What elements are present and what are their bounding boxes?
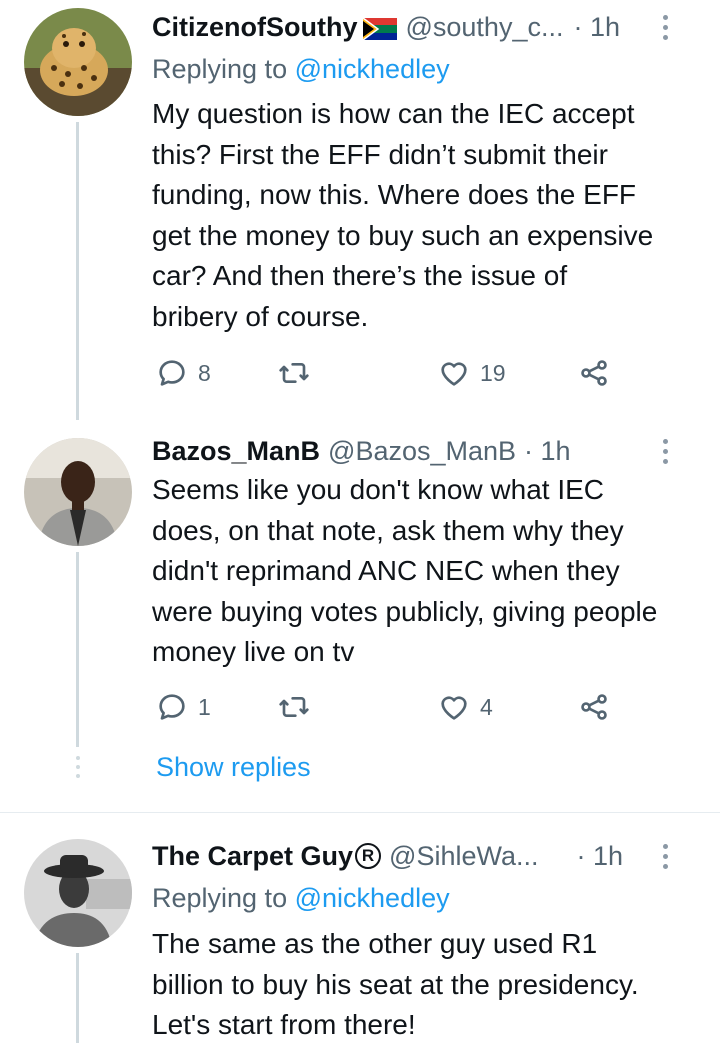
reply-count: 1 (198, 693, 211, 720)
thread-line (76, 552, 79, 747)
mention-link[interactable]: @nickhedley (295, 883, 450, 913)
tweet-text: Seems like you don't know what IEC does,… (152, 470, 702, 673)
display-name[interactable]: The Carpet Guy (152, 841, 353, 872)
thread-line (76, 953, 79, 1043)
tweet-line: Let's start from there! (152, 1009, 416, 1040)
reply-button[interactable]: 1 (156, 687, 211, 727)
show-replies-link[interactable]: Show replies (156, 752, 311, 783)
like-count: 4 (480, 693, 493, 720)
thread-line (76, 122, 79, 420)
tweet-actions: 1 4 (152, 687, 632, 727)
more-icon[interactable] (660, 839, 670, 869)
retweet-button[interactable] (278, 687, 310, 727)
tweet-line: this? First the EFF didn’t submit their (152, 138, 608, 170)
reply-icon (159, 694, 185, 720)
share-button[interactable] (578, 687, 610, 727)
replying-to-label: Replying to (152, 883, 288, 913)
tweet-line: My question is how can the IEC accept (152, 98, 635, 129)
more-icon[interactable] (660, 434, 670, 464)
tweet-2[interactable]: Bazos_ManB @Bazos_ManB · 1h Seems like y… (0, 420, 720, 790)
reply-button[interactable]: 8 (156, 353, 211, 393)
timestamp[interactable]: · 1h (573, 12, 620, 43)
share-icon (581, 694, 607, 720)
timestamp[interactable]: · 1h (524, 436, 571, 467)
heart-icon (441, 362, 467, 386)
user-handle[interactable]: @southy_c... (405, 12, 563, 43)
tweet-line: car? And then there’s the issue of (152, 260, 568, 291)
replying-to: Replying to @nickhedley (152, 883, 450, 914)
share-button[interactable] (578, 353, 610, 393)
tweet-line: bribery of course. (152, 300, 369, 332)
registered-badge-icon: R (355, 843, 382, 869)
tweet-header: The Carpet Guy R @SihleWa... · 1h (152, 839, 704, 873)
share-icon (581, 360, 607, 386)
retweet-icon (279, 363, 309, 383)
tweet-line: money live on tv (152, 636, 355, 667)
user-handle[interactable]: @Bazos_ManB (328, 436, 516, 467)
south-africa-flag-icon (363, 16, 398, 41)
user-avatar-image (24, 438, 132, 546)
tweet-text: The same as the other guy used R1 billio… (152, 924, 702, 1043)
tweet-line: funding, now this. Where does the EFF (152, 179, 637, 210)
avatar[interactable] (24, 438, 132, 546)
like-button[interactable]: 19 (438, 353, 506, 393)
timestamp[interactable]: · 1h (577, 841, 624, 872)
like-count: 19 (480, 359, 506, 386)
tweet-actions: 8 19 (152, 353, 632, 393)
tweet-line: does, on that note, ask them why they (152, 514, 624, 546)
leopard-avatar-image (24, 8, 132, 116)
replying-to: Replying to @nickhedley (152, 54, 450, 85)
like-button[interactable]: 4 (438, 687, 493, 727)
avatar[interactable] (24, 839, 132, 947)
replying-to-label: Replying to (152, 54, 288, 84)
user-avatar-image (24, 839, 132, 947)
retweet-button[interactable] (278, 353, 310, 393)
tweet-header: Bazos_ManB @Bazos_ManB · 1h (152, 434, 704, 468)
tweet-line: were buying votes publicly, giving peopl… (152, 595, 658, 627)
display-name[interactable]: Bazos_ManB (152, 436, 320, 467)
tweet-line: get the money to buy such an expensive (152, 219, 654, 251)
tweet-header: CitizenofSouthy @southy_c... · 1h (152, 10, 704, 44)
avatar[interactable] (24, 8, 132, 116)
tweet-line: billion to buy his seat at the presidenc… (152, 968, 639, 1000)
tweet-line: didn't reprimand ANC NEC when they (152, 555, 620, 586)
tweet-line: Seems like you don't know what IEC (152, 474, 605, 505)
retweet-icon (279, 697, 309, 717)
user-handle[interactable]: @SihleWa... (389, 841, 538, 872)
reply-count: 8 (198, 359, 211, 386)
tweet-text: My question is how can the IEC accept th… (152, 94, 702, 337)
mention-link[interactable]: @nickhedley (295, 54, 450, 84)
display-name[interactable]: CitizenofSouthy (152, 12, 357, 43)
thread-continuation-dots (76, 756, 80, 778)
tweet-line: The same as the other guy used R1 (152, 928, 598, 959)
tweet-1[interactable]: CitizenofSouthy @southy_c... · 1h Replyi… (0, 0, 720, 420)
more-icon[interactable] (660, 10, 670, 40)
tweet-3[interactable]: The Carpet Guy R @SihleWa... · 1h Replyi… (0, 813, 720, 1043)
heart-icon (441, 696, 467, 720)
reply-icon (159, 360, 185, 386)
